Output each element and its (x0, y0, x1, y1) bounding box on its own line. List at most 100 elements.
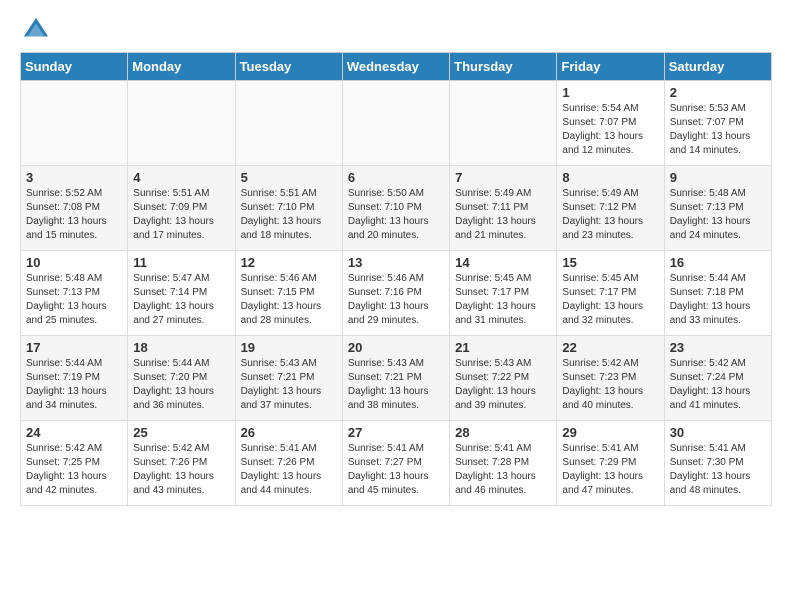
day-info: Sunrise: 5:44 AM Sunset: 7:19 PM Dayligh… (26, 357, 122, 413)
day-number: 30 (670, 425, 766, 440)
day-info: Sunrise: 5:42 AM Sunset: 7:25 PM Dayligh… (26, 442, 122, 498)
day-number: 15 (562, 255, 658, 270)
day-cell-15: 15 Sunrise: 5:45 AM Sunset: 7:17 PM Dayli… (557, 251, 664, 336)
day-cell-30: 30 Sunrise: 5:41 AM Sunset: 7:30 PM Dayli… (664, 421, 771, 506)
day-number: 12 (241, 255, 337, 270)
day-info: Sunrise: 5:41 AM Sunset: 7:30 PM Dayligh… (670, 442, 766, 498)
col-header-tuesday: Tuesday (235, 53, 342, 81)
day-info: Sunrise: 5:41 AM Sunset: 7:28 PM Dayligh… (455, 442, 551, 498)
day-cell-2: 2 Sunrise: 5:53 AM Sunset: 7:07 PM Daylig… (664, 81, 771, 166)
day-info: Sunrise: 5:43 AM Sunset: 7:21 PM Dayligh… (348, 357, 444, 413)
empty-cell (128, 81, 235, 166)
day-number: 11 (133, 255, 229, 270)
day-cell-26: 26 Sunrise: 5:41 AM Sunset: 7:26 PM Dayli… (235, 421, 342, 506)
day-cell-25: 25Sunrise: 5:42 AM Sunset: 7:26 PM Dayli… (128, 421, 235, 506)
day-number: 17 (26, 340, 122, 355)
day-info: Sunrise: 5:46 AM Sunset: 7:16 PM Dayligh… (348, 272, 444, 328)
day-info: Sunrise: 5:49 AM Sunset: 7:12 PM Dayligh… (562, 187, 658, 243)
day-cell-18: 18Sunrise: 5:44 AM Sunset: 7:20 PM Dayli… (128, 336, 235, 421)
empty-cell (450, 81, 557, 166)
day-info: Sunrise: 5:48 AM Sunset: 7:13 PM Dayligh… (26, 272, 122, 328)
logo (20, 16, 50, 44)
day-number: 4 (133, 170, 229, 185)
day-number: 19 (241, 340, 337, 355)
day-cell-28: 28 Sunrise: 5:41 AM Sunset: 7:28 PM Dayli… (450, 421, 557, 506)
day-info: Sunrise: 5:51 AM Sunset: 7:09 PM Dayligh… (133, 187, 229, 243)
day-number: 28 (455, 425, 551, 440)
day-number: 2 (670, 85, 766, 100)
day-info: Sunrise: 5:51 AM Sunset: 7:10 PM Dayligh… (241, 187, 337, 243)
day-number: 9 (670, 170, 766, 185)
day-info: Sunrise: 5:50 AM Sunset: 7:10 PM Dayligh… (348, 187, 444, 243)
day-info: Sunrise: 5:47 AM Sunset: 7:14 PM Dayligh… (133, 272, 229, 328)
week-row-1: 1 Sunrise: 5:54 AM Sunset: 7:07 PM Daylig… (21, 81, 772, 166)
day-number: 6 (348, 170, 444, 185)
day-number: 7 (455, 170, 551, 185)
week-row-4: 17 Sunrise: 5:44 AM Sunset: 7:19 PM Dayli… (21, 336, 772, 421)
day-cell-24: 24 Sunrise: 5:42 AM Sunset: 7:25 PM Dayli… (21, 421, 128, 506)
day-cell-8: 8 Sunrise: 5:49 AM Sunset: 7:12 PM Daylig… (557, 166, 664, 251)
day-number: 1 (562, 85, 658, 100)
day-number: 8 (562, 170, 658, 185)
col-header-saturday: Saturday (664, 53, 771, 81)
day-cell-7: 7 Sunrise: 5:49 AM Sunset: 7:11 PM Daylig… (450, 166, 557, 251)
col-header-sunday: Sunday (21, 53, 128, 81)
day-info: Sunrise: 5:53 AM Sunset: 7:07 PM Dayligh… (670, 102, 766, 158)
day-cell-16: 16Sunrise: 5:44 AM Sunset: 7:18 PM Dayli… (664, 251, 771, 336)
day-cell-14: 14 Sunrise: 5:45 AM Sunset: 7:17 PM Dayli… (450, 251, 557, 336)
day-info: Sunrise: 5:52 AM Sunset: 7:08 PM Dayligh… (26, 187, 122, 243)
day-cell-22: 22 Sunrise: 5:42 AM Sunset: 7:23 PM Dayli… (557, 336, 664, 421)
day-info: Sunrise: 5:42 AM Sunset: 7:24 PM Dayligh… (670, 357, 766, 413)
empty-cell (235, 81, 342, 166)
day-cell-29: 29Sunrise: 5:41 AM Sunset: 7:29 PM Dayli… (557, 421, 664, 506)
day-number: 27 (348, 425, 444, 440)
col-header-friday: Friday (557, 53, 664, 81)
day-cell-17: 17 Sunrise: 5:44 AM Sunset: 7:19 PM Dayli… (21, 336, 128, 421)
day-number: 26 (241, 425, 337, 440)
page-header (20, 16, 772, 44)
day-number: 24 (26, 425, 122, 440)
logo-icon (22, 16, 50, 44)
day-number: 10 (26, 255, 122, 270)
day-info: Sunrise: 5:43 AM Sunset: 7:21 PM Dayligh… (241, 357, 337, 413)
empty-cell (21, 81, 128, 166)
week-row-5: 24 Sunrise: 5:42 AM Sunset: 7:25 PM Dayli… (21, 421, 772, 506)
week-row-3: 10 Sunrise: 5:48 AM Sunset: 7:13 PM Dayli… (21, 251, 772, 336)
day-cell-4: 4 Sunrise: 5:51 AM Sunset: 7:09 PM Daylig… (128, 166, 235, 251)
day-number: 13 (348, 255, 444, 270)
day-cell-6: 6 Sunrise: 5:50 AM Sunset: 7:10 PM Daylig… (342, 166, 449, 251)
day-info: Sunrise: 5:54 AM Sunset: 7:07 PM Dayligh… (562, 102, 658, 158)
day-number: 25 (133, 425, 229, 440)
day-cell-19: 19 Sunrise: 5:43 AM Sunset: 7:21 PM Dayli… (235, 336, 342, 421)
day-number: 3 (26, 170, 122, 185)
calendar-header-row: SundayMondayTuesdayWednesdayThursdayFrid… (21, 53, 772, 81)
day-info: Sunrise: 5:42 AM Sunset: 7:23 PM Dayligh… (562, 357, 658, 413)
day-number: 20 (348, 340, 444, 355)
col-header-wednesday: Wednesday (342, 53, 449, 81)
col-header-thursday: Thursday (450, 53, 557, 81)
week-row-2: 3 Sunrise: 5:52 AM Sunset: 7:08 PM Daylig… (21, 166, 772, 251)
day-cell-5: 5 Sunrise: 5:51 AM Sunset: 7:10 PM Daylig… (235, 166, 342, 251)
day-number: 14 (455, 255, 551, 270)
day-cell-20: 20 Sunrise: 5:43 AM Sunset: 7:21 PM Dayli… (342, 336, 449, 421)
day-info: Sunrise: 5:45 AM Sunset: 7:17 PM Dayligh… (455, 272, 551, 328)
day-cell-27: 27Sunrise: 5:41 AM Sunset: 7:27 PM Dayli… (342, 421, 449, 506)
day-cell-12: 12 Sunrise: 5:46 AM Sunset: 7:15 PM Dayli… (235, 251, 342, 336)
day-info: Sunrise: 5:49 AM Sunset: 7:11 PM Dayligh… (455, 187, 551, 243)
empty-cell (342, 81, 449, 166)
day-info: Sunrise: 5:45 AM Sunset: 7:17 PM Dayligh… (562, 272, 658, 328)
col-header-monday: Monday (128, 53, 235, 81)
day-number: 23 (670, 340, 766, 355)
day-cell-11: 11 Sunrise: 5:47 AM Sunset: 7:14 PM Dayli… (128, 251, 235, 336)
day-cell-23: 23 Sunrise: 5:42 AM Sunset: 7:24 PM Dayli… (664, 336, 771, 421)
day-info: Sunrise: 5:41 AM Sunset: 7:26 PM Dayligh… (241, 442, 337, 498)
day-number: 5 (241, 170, 337, 185)
day-number: 29 (562, 425, 658, 440)
day-cell-10: 10 Sunrise: 5:48 AM Sunset: 7:13 PM Dayli… (21, 251, 128, 336)
day-cell-1: 1 Sunrise: 5:54 AM Sunset: 7:07 PM Daylig… (557, 81, 664, 166)
day-cell-3: 3 Sunrise: 5:52 AM Sunset: 7:08 PM Daylig… (21, 166, 128, 251)
day-info: Sunrise: 5:44 AM Sunset: 7:18 PM Dayligh… (670, 272, 766, 328)
day-number: 22 (562, 340, 658, 355)
day-number: 18 (133, 340, 229, 355)
day-info: Sunrise: 5:46 AM Sunset: 7:15 PM Dayligh… (241, 272, 337, 328)
